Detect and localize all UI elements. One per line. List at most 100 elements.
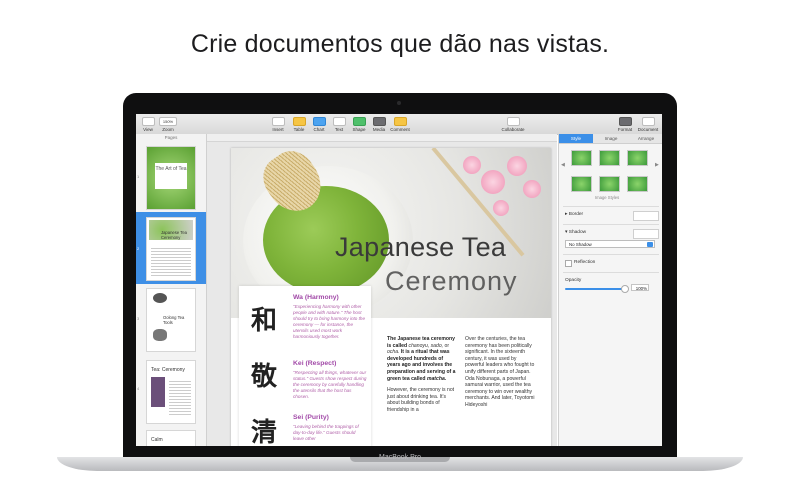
comment-icon bbox=[393, 117, 407, 126]
teapot-image bbox=[153, 293, 167, 303]
shadow-select[interactable]: No Shadow bbox=[565, 240, 655, 248]
principle-text: "Experiencing harmony with other people … bbox=[293, 304, 366, 339]
text-icon bbox=[332, 117, 346, 126]
border-preview[interactable] bbox=[633, 211, 659, 221]
app-window: View 150% Zoom Insert Table Chart Text S… bbox=[136, 114, 662, 446]
view-button[interactable]: View bbox=[140, 117, 156, 132]
format-inspector: Style Image Arrange ◀ ▶ Image Styles ▸ B… bbox=[558, 134, 662, 446]
thumbnail-image bbox=[151, 377, 165, 407]
page-thumbnail[interactable]: Oolong Tea Tools bbox=[146, 288, 196, 352]
teapot-image bbox=[153, 329, 167, 341]
media-button[interactable]: Media bbox=[370, 117, 388, 132]
zoom-control[interactable]: 150% Zoom bbox=[158, 117, 178, 132]
shadow-preview[interactable] bbox=[633, 229, 659, 239]
image-style-swatch[interactable] bbox=[571, 150, 592, 166]
page-thumbnail[interactable]: The Art of Tea bbox=[146, 146, 196, 210]
page-number: 2 bbox=[137, 246, 140, 251]
thumbnail-title: Calm bbox=[151, 437, 163, 443]
shape-button[interactable]: Shape bbox=[350, 117, 368, 132]
page-headline: Crie documentos que dão nas vistas. bbox=[190, 30, 610, 58]
camera-icon bbox=[397, 101, 401, 105]
table-button[interactable]: Table bbox=[290, 117, 308, 132]
insert-button[interactable]: Insert bbox=[268, 117, 288, 132]
divider bbox=[563, 254, 659, 255]
toolbar: View 150% Zoom Insert Table Chart Text S… bbox=[136, 114, 662, 135]
thumbnail-title: Japanese Tea Ceremony bbox=[161, 230, 187, 240]
blossom bbox=[481, 170, 505, 194]
opacity-label: Opacity bbox=[565, 278, 582, 283]
page-thumbnail[interactable]: Tea: Ceremony bbox=[146, 360, 196, 424]
principle-heading: Sei (Purity) bbox=[293, 414, 329, 421]
principle-heading: Wa (Harmony) bbox=[293, 294, 339, 301]
pages-sidebar: Pages 1 The Art of Tea 2 Japanese Tea Ce… bbox=[136, 134, 207, 446]
text-button[interactable]: Text bbox=[330, 117, 348, 132]
kanji-wa: 和 bbox=[251, 306, 278, 336]
document-page: Japanese Tea Ceremony 和 敬 清 Wa (Harmony)… bbox=[231, 148, 551, 446]
thumbnail-text bbox=[169, 379, 191, 415]
divider bbox=[563, 224, 659, 225]
principle-heading: Kei (Respect) bbox=[293, 360, 337, 367]
table-icon bbox=[292, 117, 306, 126]
paintbrush-icon bbox=[618, 117, 632, 126]
chart-button[interactable]: Chart bbox=[310, 117, 328, 132]
ruler bbox=[207, 134, 557, 142]
page-number: 1 bbox=[137, 174, 140, 179]
tab-style[interactable]: Style bbox=[559, 134, 593, 143]
document-subtitle: Ceremony bbox=[385, 266, 518, 296]
divider bbox=[563, 206, 659, 207]
reflection-checkbox[interactable] bbox=[565, 260, 572, 267]
shadow-disclosure[interactable]: ▾ Shadow bbox=[565, 230, 586, 235]
device-label: MacBook Pro bbox=[378, 454, 422, 461]
page-number: 4 bbox=[137, 386, 140, 391]
chevron-right-icon[interactable]: ▶ bbox=[655, 162, 659, 168]
collaborate-button[interactable]: Collaborate bbox=[498, 117, 528, 132]
opacity-slider[interactable] bbox=[565, 288, 625, 290]
blossom bbox=[463, 156, 481, 174]
sidebar-icon bbox=[141, 117, 155, 126]
media-icon bbox=[372, 117, 386, 126]
principles-sidebar: 和 敬 清 Wa (Harmony) "Experiencing harmony… bbox=[239, 286, 371, 446]
comment-button[interactable]: Comment bbox=[389, 117, 411, 132]
chart-icon bbox=[312, 117, 326, 126]
tab-image[interactable]: Image bbox=[594, 134, 628, 143]
document-canvas: Japanese Tea Ceremony 和 敬 清 Wa (Harmony)… bbox=[207, 142, 557, 446]
page-thumbnail[interactable]: Calm bbox=[146, 430, 196, 446]
thumbnail-title: Oolong Tea Tools bbox=[163, 315, 185, 325]
blossom bbox=[523, 180, 541, 198]
blossom bbox=[493, 200, 509, 216]
zoom-value: 150% bbox=[159, 117, 177, 126]
thumbnail-title: The Art of Tea bbox=[155, 163, 187, 189]
body-column-2: Over the centuries, the tea ceremony has… bbox=[465, 336, 535, 408]
chevron-down-icon bbox=[647, 242, 653, 247]
divider bbox=[563, 272, 659, 273]
document-title: Japanese Tea bbox=[335, 232, 507, 262]
kanji-sei: 清 bbox=[251, 418, 278, 446]
format-button[interactable]: Format bbox=[615, 117, 635, 132]
kanji-kei: 敬 bbox=[251, 362, 278, 392]
image-style-swatch[interactable] bbox=[627, 150, 648, 166]
document-button[interactable]: Document bbox=[637, 117, 659, 132]
opacity-value-field[interactable]: 100% bbox=[631, 284, 649, 291]
chevron-left-icon[interactable]: ◀ bbox=[561, 162, 565, 168]
image-style-swatch[interactable] bbox=[571, 176, 592, 192]
opacity-slider-knob[interactable] bbox=[621, 285, 629, 293]
page-number: 3 bbox=[137, 316, 140, 321]
thumbnail-title: Tea: Ceremony bbox=[151, 367, 185, 373]
thumbnail-text bbox=[151, 246, 191, 276]
image-style-swatch[interactable] bbox=[599, 150, 620, 166]
blossom bbox=[507, 156, 527, 176]
border-disclosure[interactable]: ▸ Border bbox=[565, 212, 583, 217]
image-style-swatch[interactable] bbox=[627, 176, 648, 192]
shape-icon bbox=[352, 117, 366, 126]
reflection-label: Reflection bbox=[574, 260, 596, 265]
principle-text: "Leaving behind the trappings of day-to-… bbox=[293, 424, 359, 441]
collaborate-icon bbox=[506, 117, 520, 126]
image-style-swatch[interactable] bbox=[599, 176, 620, 192]
paragraph-icon bbox=[271, 117, 285, 126]
pages-title: Pages bbox=[164, 135, 178, 140]
inspector-tabs: Style Image Arrange bbox=[559, 134, 662, 144]
page-thumbnail-selected[interactable]: Japanese Tea Ceremony bbox=[146, 217, 196, 281]
tab-arrange[interactable]: Arrange bbox=[629, 134, 662, 143]
principle-text: "Respecting all things, whatever our sta… bbox=[293, 370, 367, 399]
document-icon bbox=[641, 117, 655, 126]
